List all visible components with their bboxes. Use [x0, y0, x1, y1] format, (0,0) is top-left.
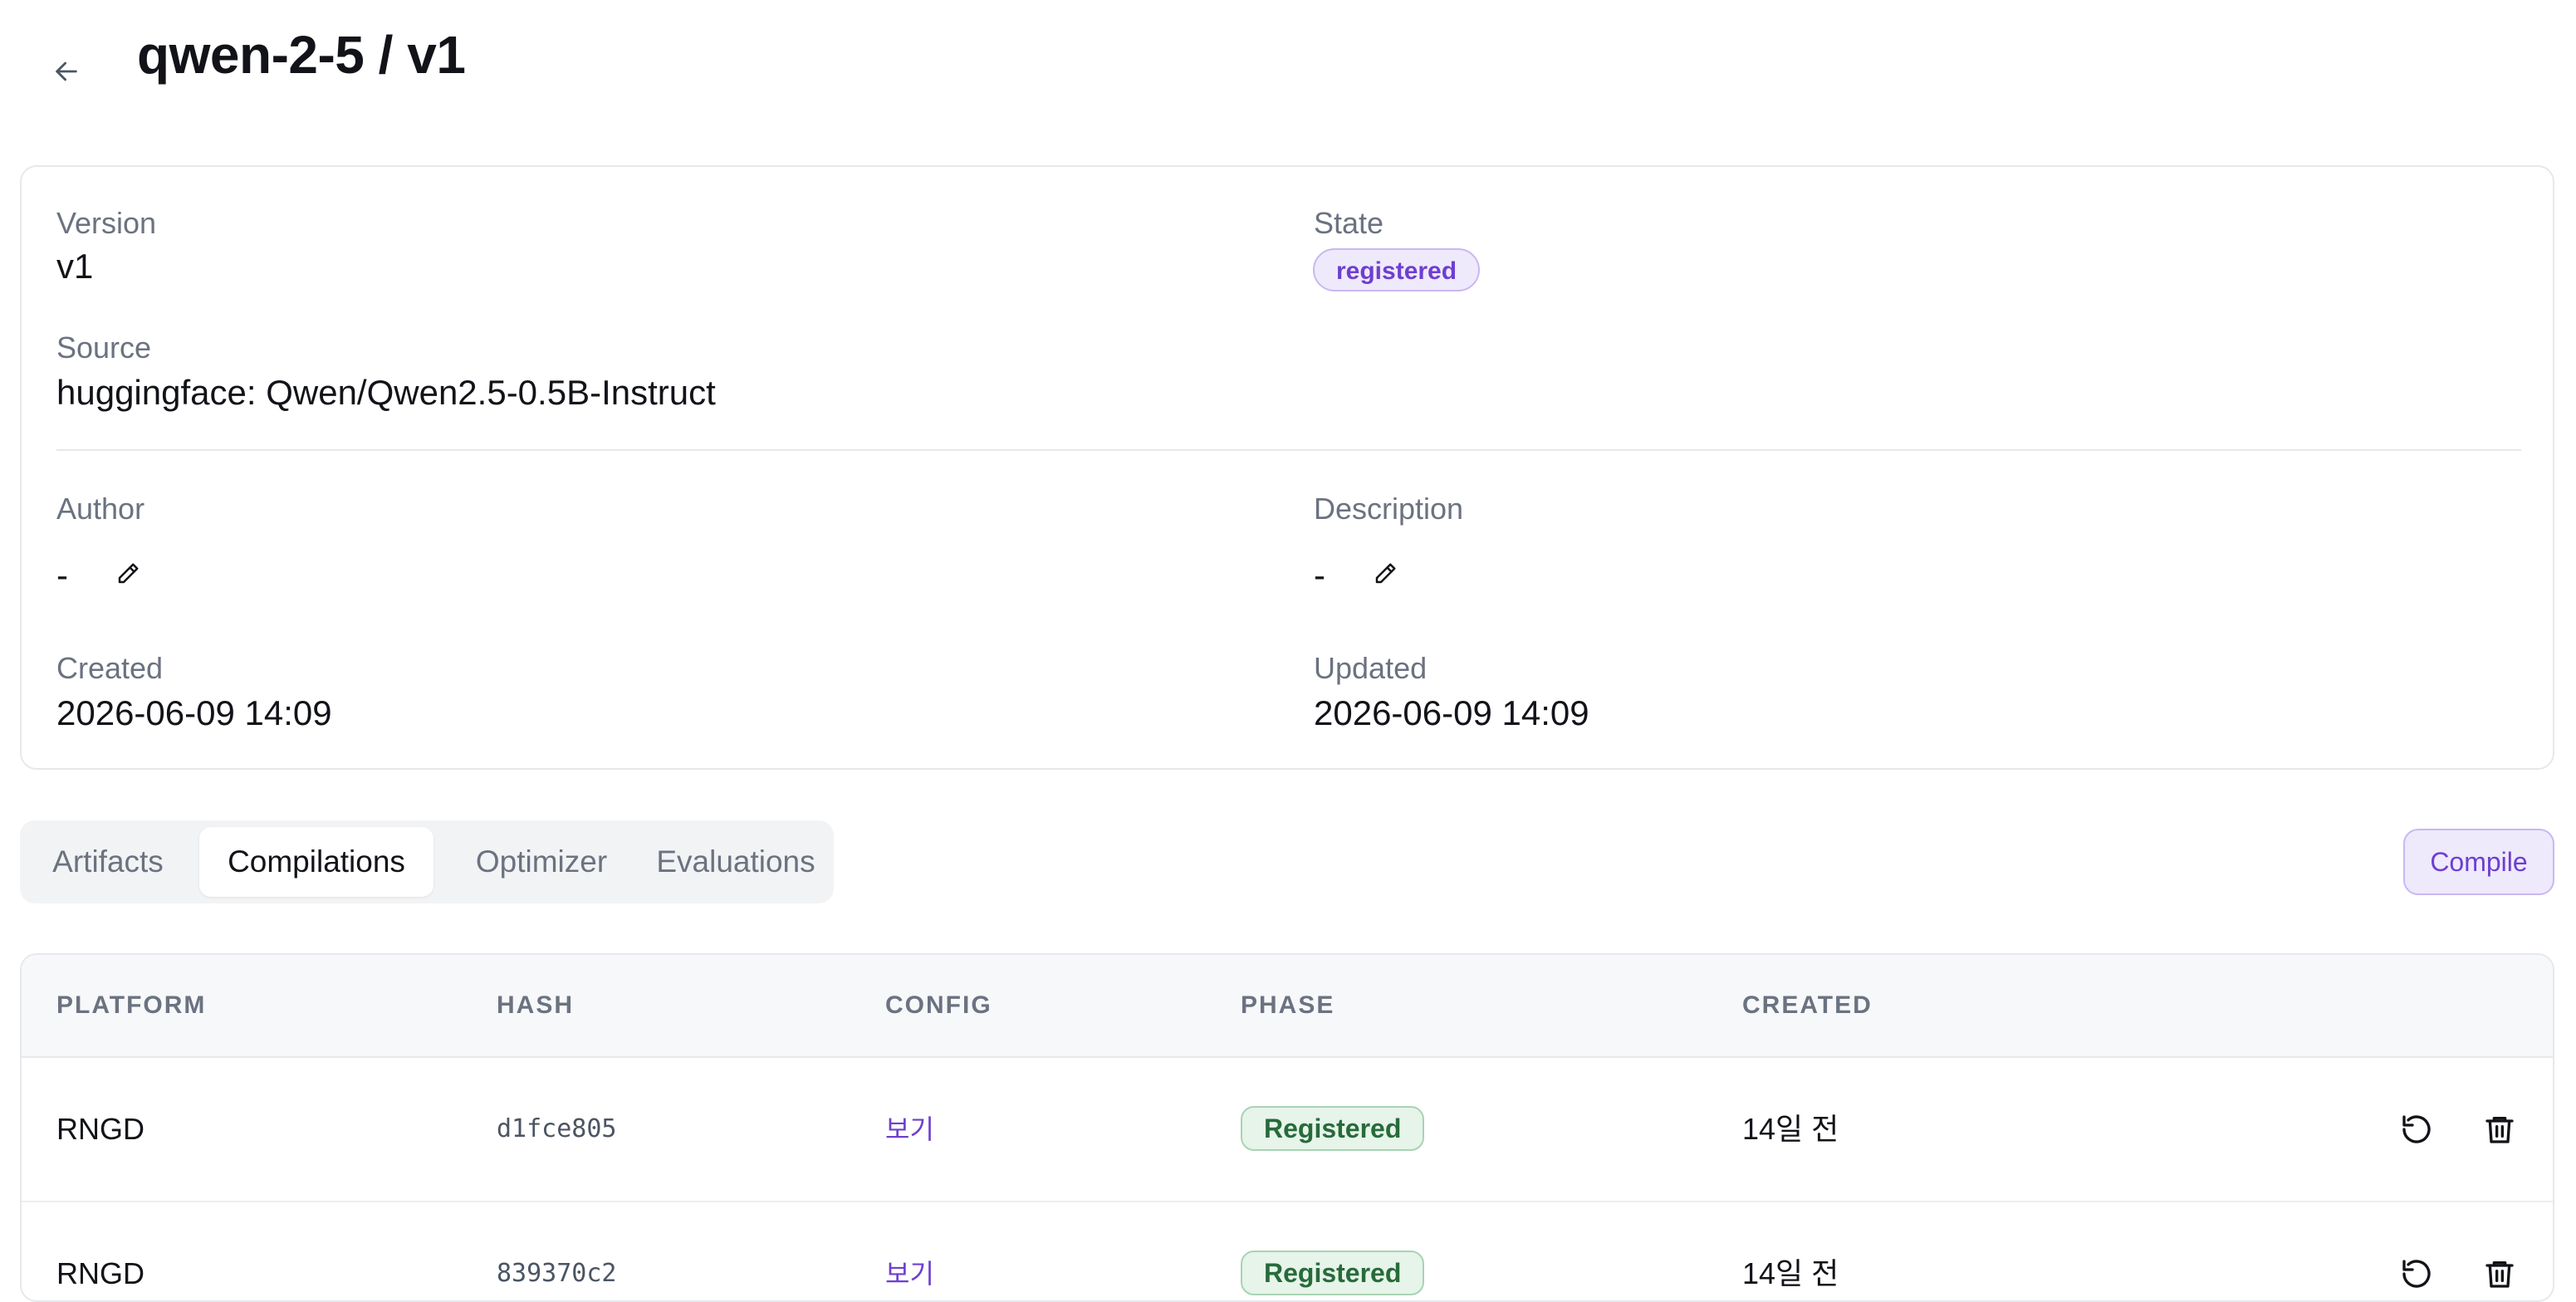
hash-cell: 839370c2: [497, 1259, 617, 1288]
delete-button[interactable]: [2480, 1109, 2520, 1149]
version-value: v1: [56, 247, 94, 286]
column-header-phase[interactable]: PHASE: [1241, 955, 1335, 1056]
trash-icon: [2485, 1117, 2514, 1143]
pencil-icon: [1375, 563, 1396, 584]
version-label: Version: [56, 206, 157, 240]
delete-button[interactable]: [2480, 1254, 2520, 1294]
platform-cell: RNGD: [56, 1256, 144, 1290]
page-title: qwen-2-5 / v1: [137, 25, 466, 85]
tab-artifacts[interactable]: Artifacts: [27, 827, 189, 897]
rotate-ccw-icon: [2402, 1260, 2431, 1288]
details-divider: [56, 449, 2521, 451]
created-cell: 14일 전: [1742, 1256, 1839, 1290]
column-header-config[interactable]: CONFIG: [885, 955, 992, 1056]
phase-badge: Registered: [1241, 1106, 1425, 1151]
rotate-ccw-icon: [2402, 1115, 2431, 1143]
state-label: State: [1314, 206, 1384, 240]
updated-label: Updated: [1314, 651, 1428, 685]
table-header: PLATFORM HASH CONFIG PHASE CREATED: [22, 955, 2553, 1058]
tab-evaluations[interactable]: Evaluations: [644, 827, 827, 897]
updated-value: 2026-06-09 14:09: [1314, 693, 1589, 732]
column-header-hash[interactable]: HASH: [497, 955, 574, 1056]
description-value: -: [1314, 556, 1325, 595]
trash-icon: [2485, 1261, 2514, 1288]
config-view-link[interactable]: 보기: [885, 1202, 934, 1300]
tab-bar: Artifacts Compilations Optimizer Evaluat…: [20, 820, 834, 903]
column-header-created[interactable]: CREATED: [1742, 955, 1873, 1056]
table-row: RNGD d1fce805 보기 Registered 14일 전: [22, 1058, 2553, 1202]
source-label: Source: [56, 330, 152, 365]
compile-button[interactable]: Compile: [2403, 829, 2554, 895]
config-view-link[interactable]: 보기: [885, 1058, 934, 1201]
state-badge: registered: [1313, 248, 1481, 291]
back-button[interactable]: [48, 53, 85, 90]
model-version-details-card: Version v1 State registered Source huggi…: [20, 165, 2554, 770]
created-value: 2026-06-09 14:09: [56, 693, 332, 732]
arrow-left-icon: [56, 61, 77, 81]
tab-compilations[interactable]: Compilations: [199, 827, 433, 897]
platform-cell: RNGD: [56, 1112, 144, 1146]
description-label: Description: [1314, 492, 1464, 526]
author-value: -: [56, 556, 68, 595]
pencil-icon: [118, 563, 139, 584]
retry-button[interactable]: [2397, 1254, 2436, 1294]
hash-cell: d1fce805: [497, 1114, 617, 1143]
source-value: huggingface: Qwen/Qwen2.5-0.5B-Instruct: [56, 373, 716, 412]
tab-optimizer[interactable]: Optimizer: [442, 827, 641, 897]
edit-description-button[interactable]: [1369, 557, 1402, 590]
edit-author-button[interactable]: [111, 557, 144, 590]
retry-button[interactable]: [2397, 1109, 2436, 1149]
page-header: qwen-2-5 / v1: [0, 0, 2576, 116]
author-label: Author: [56, 492, 145, 526]
table-row: RNGD 839370c2 보기 Registered 14일 전: [22, 1202, 2553, 1300]
created-label: Created: [56, 651, 164, 685]
compilations-table: PLATFORM HASH CONFIG PHASE CREATED RNGD …: [20, 953, 2554, 1302]
created-cell: 14일 전: [1742, 1112, 1839, 1146]
column-header-platform[interactable]: PLATFORM: [56, 955, 206, 1056]
phase-badge: Registered: [1241, 1251, 1425, 1295]
